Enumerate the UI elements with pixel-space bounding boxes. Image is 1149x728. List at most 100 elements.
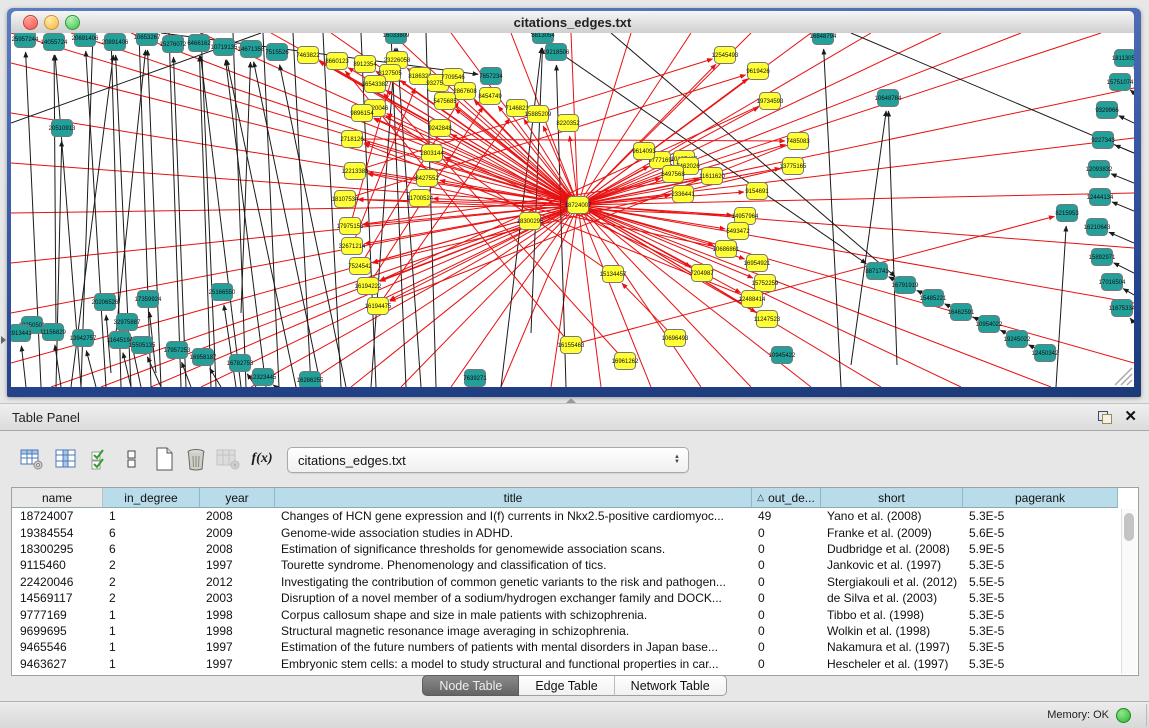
table-cell[interactable]: 1: [103, 657, 200, 671]
table-cell[interactable]: 0: [752, 542, 821, 556]
network-node[interactable]: 11247523: [754, 311, 781, 328]
network-node[interactable]: 11611620: [699, 168, 725, 185]
network-node[interactable]: 6497568: [661, 166, 685, 183]
table-row[interactable]: 1456911722003Disruption of a novel membe…: [12, 590, 1138, 606]
network-node[interactable]: 12444134: [1087, 189, 1114, 206]
network-node[interactable]: 15134457: [600, 266, 627, 283]
network-node[interactable]: 16033809: [383, 33, 410, 44]
table-cell[interactable]: Wolkin et al. (1998): [821, 624, 963, 638]
network-node[interactable]: 12545493: [712, 47, 739, 64]
select-rows-icon[interactable]: [86, 444, 114, 474]
table-cell[interactable]: 2: [103, 591, 200, 605]
table-cell[interactable]: 2008: [200, 542, 275, 556]
network-node[interactable]: 9619426: [746, 63, 770, 80]
table-cell[interactable]: Investigating the contribution of common…: [275, 575, 752, 589]
network-node[interactable]: 18107534: [332, 191, 359, 208]
network-node[interactable]: 13775165: [780, 158, 807, 175]
network-node[interactable]: 8427552: [415, 170, 439, 187]
network-node[interactable]: 8813054: [531, 33, 555, 44]
table-row[interactable]: 911546021997Tourette syndrome. Phenomeno…: [12, 557, 1138, 573]
network-window[interactable]: citations_edges.txt 18724007746382286601…: [7, 8, 1141, 397]
table-cell[interactable]: 14569117: [12, 591, 103, 605]
network-node[interactable]: 18300295: [517, 213, 544, 230]
node-table-body[interactable]: 1872400712008Changes of HCN gene express…: [12, 508, 1138, 672]
node-table[interactable]: namein_degreeyeartitle△out_de...shortpag…: [11, 487, 1139, 676]
table-cell[interactable]: 5.3E-5: [963, 624, 1118, 638]
minimize-window-icon[interactable]: [44, 15, 59, 30]
table-cell[interactable]: 0: [752, 526, 821, 540]
network-node[interactable]: 10648784: [875, 90, 902, 107]
table-cell[interactable]: 1: [103, 608, 200, 622]
network-node[interactable]: 7463822: [296, 47, 320, 64]
column-header-name[interactable]: name: [12, 488, 103, 508]
network-node[interactable]: 15505135: [129, 337, 156, 354]
tab-network-table[interactable]: Network Table: [615, 675, 727, 696]
table-cell[interactable]: 9777169: [12, 608, 103, 622]
network-node[interactable]: 16848794: [810, 33, 837, 45]
table-cell[interactable]: 6: [103, 542, 200, 556]
tab-node-table[interactable]: Node Table: [422, 675, 519, 696]
network-node[interactable]: 10696493: [662, 330, 689, 347]
network-node[interactable]: 7515526: [265, 44, 289, 61]
table-row[interactable]: 969969511998Structural magnetic resonanc…: [12, 623, 1138, 639]
table-cell[interactable]: 6: [103, 526, 200, 540]
table-cell[interactable]: 22420046: [12, 575, 103, 589]
network-node[interactable]: 8220352: [556, 115, 580, 132]
column-header-year[interactable]: year: [200, 488, 275, 508]
network-node[interactable]: 5493472: [726, 223, 750, 240]
network-node[interactable]: 14055724: [41, 34, 68, 51]
table-select-combo[interactable]: citations_edges.txt ▲▼: [287, 447, 689, 473]
network-node[interactable]: 10945422: [769, 347, 796, 364]
table-cell[interactable]: Tourette syndrome. Phenomenology and cla…: [275, 558, 752, 572]
network-node[interactable]: 8660123: [325, 53, 349, 70]
network-node[interactable]: 15485221: [920, 290, 947, 307]
network-node[interactable]: 2718126: [340, 131, 364, 148]
network-node[interactable]: 16155463: [558, 337, 585, 354]
network-node[interactable]: 9614093: [632, 143, 656, 160]
network-node[interactable]: 19218506: [543, 44, 570, 61]
tab-edge-table[interactable]: Edge Table: [519, 675, 614, 696]
network-node[interactable]: 16954921: [744, 255, 771, 272]
table-cell[interactable]: 2: [103, 575, 200, 589]
network-node[interactable]: 16194475: [365, 298, 392, 315]
table-cell[interactable]: 0: [752, 575, 821, 589]
table-cell[interactable]: 9699695: [12, 624, 103, 638]
table-cell[interactable]: 9115460: [12, 558, 103, 572]
table-row[interactable]: 1872400712008Changes of HCN gene express…: [12, 508, 1138, 524]
table-cell[interactable]: 0: [752, 640, 821, 654]
network-node[interactable]: 15892971: [1089, 249, 1116, 266]
table-cell[interactable]: Estimation of the future numbers of pati…: [275, 640, 752, 654]
network-node[interactable]: 10954022: [976, 316, 1003, 333]
table-cell[interactable]: 9463627: [12, 657, 103, 671]
network-node[interactable]: 25166550: [209, 284, 236, 301]
table-cell[interactable]: 2012: [200, 575, 275, 589]
table-cell[interactable]: 5.3E-5: [963, 558, 1118, 572]
zoom-window-icon[interactable]: [65, 15, 80, 30]
network-node[interactable]: 5475685: [433, 93, 457, 110]
network-node[interactable]: 7485083: [786, 133, 810, 150]
network-node[interactable]: 15276072: [160, 36, 187, 53]
network-node[interactable]: 2336441: [671, 186, 695, 203]
network-node[interactable]: 19245022: [1004, 331, 1031, 348]
table-cell[interactable]: 1: [103, 640, 200, 654]
table-cell[interactable]: Genome-wide association studies in ADHD.: [275, 526, 752, 540]
network-node[interactable]: 20206526: [92, 294, 119, 311]
table-cell[interactable]: de Silva et al. (2003): [821, 591, 963, 605]
network-node[interactable]: 7857234: [479, 68, 503, 85]
table-cell[interactable]: 1998: [200, 608, 275, 622]
table-cell[interactable]: 1: [103, 509, 200, 523]
table-cell[interactable]: 5.6E-5: [963, 526, 1118, 540]
network-node[interactable]: 14957964: [732, 208, 759, 225]
table-cell[interactable]: 2008: [200, 509, 275, 523]
network-node[interactable]: 18724007: [565, 197, 592, 214]
network-node[interactable]: 17975158: [337, 218, 364, 235]
network-node[interactable]: 16210643: [1084, 219, 1111, 236]
network-node[interactable]: 20691406: [72, 33, 99, 47]
network-node[interactable]: 8871741: [865, 263, 889, 280]
table-cell[interactable]: 5.5E-5: [963, 575, 1118, 589]
table-scrollbar-thumb[interactable]: [1124, 513, 1134, 541]
float-panel-icon[interactable]: [1098, 411, 1112, 424]
table-cell[interactable]: 5.9E-5: [963, 542, 1118, 556]
table-cell[interactable]: 2009: [200, 526, 275, 540]
network-node[interactable]: 8215953: [1055, 205, 1079, 222]
